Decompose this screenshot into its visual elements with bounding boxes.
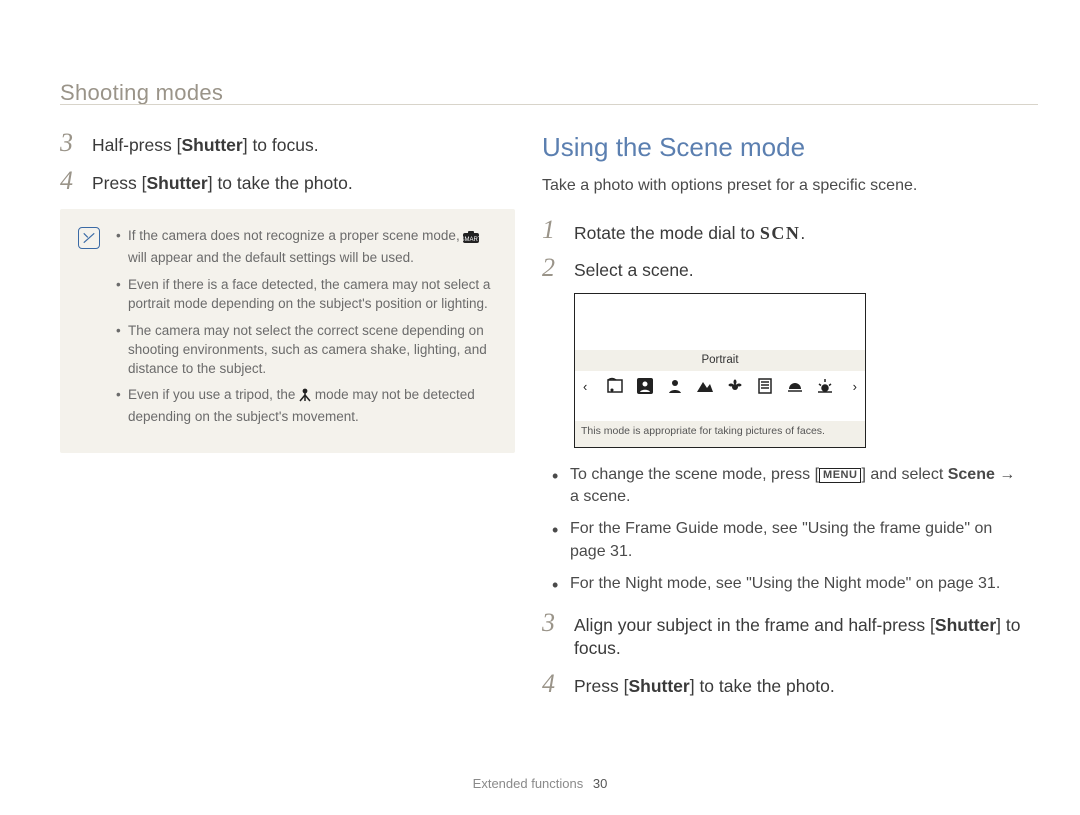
note-box: If the camera does not recognize a prope… bbox=[60, 209, 515, 453]
text-icon bbox=[756, 377, 774, 395]
sub-bullet: To change the scene mode, press [MENU] a… bbox=[552, 464, 1022, 509]
scene-bold: Scene bbox=[948, 466, 995, 483]
left-step-3: 3 Half-press [Shutter] to focus. bbox=[60, 130, 515, 158]
sub-bullets: To change the scene mode, press [MENU] a… bbox=[542, 464, 1022, 596]
left-column: 3 Half-press [Shutter] to focus. 4 Press… bbox=[60, 130, 515, 453]
step-text-before: Press [ bbox=[92, 173, 146, 193]
step-text: Rotate the mode dial to SCN. bbox=[574, 217, 805, 246]
page-footer: Extended functions 30 bbox=[0, 775, 1080, 793]
shutter-label: Shutter bbox=[146, 173, 207, 193]
right-step-3: 3 Align your subject in the frame and ha… bbox=[542, 610, 1022, 661]
right-column: Using the Scene mode Take a photo with o… bbox=[542, 130, 1022, 708]
footer-label: Extended functions bbox=[473, 776, 584, 791]
step-text-after: ] to take the photo. bbox=[690, 676, 835, 696]
step-text: Select a scene. bbox=[574, 255, 694, 283]
step-text-after: . bbox=[800, 223, 805, 243]
children-icon bbox=[666, 377, 684, 395]
lcd-left-arrow-icon: ‹ bbox=[581, 378, 589, 396]
step-text: Press [Shutter] to take the photo. bbox=[92, 168, 353, 196]
step-text: Press [Shutter] to take the photo. bbox=[574, 671, 835, 699]
lcd-icon-row: ‹ › bbox=[575, 371, 865, 401]
note-bullet: The camera may not select the correct sc… bbox=[116, 322, 495, 379]
step-text-after: ] to focus. bbox=[243, 135, 319, 155]
step-text-before: Half-press [ bbox=[92, 135, 181, 155]
section-intro: Take a photo with options preset for a s… bbox=[542, 175, 1022, 197]
sub-bullet: For the Night mode, see "Using the Night… bbox=[552, 573, 1022, 595]
smart-icon: SMART bbox=[463, 230, 479, 249]
menu-button-label: MENU bbox=[819, 468, 861, 483]
svg-text:SMART: SMART bbox=[463, 237, 479, 243]
sub-bullet: For the Frame Guide mode, see "Using the… bbox=[552, 518, 1022, 563]
shutter-label: Shutter bbox=[935, 615, 996, 635]
dawn-icon bbox=[816, 377, 834, 395]
step-text: Align your subject in the frame and half… bbox=[574, 610, 1022, 661]
step-text-before: Align your subject in the frame and half… bbox=[574, 615, 935, 635]
portrait-icon bbox=[636, 377, 654, 395]
step-text-before: Press [ bbox=[574, 676, 628, 696]
bullet-text: ] and select bbox=[861, 466, 947, 483]
bullet-text: To change the scene mode, press [ bbox=[570, 466, 819, 483]
lcd-icons bbox=[606, 377, 834, 395]
step-number: 4 bbox=[542, 671, 560, 697]
step-number: 3 bbox=[542, 610, 560, 636]
section-title: Using the Scene mode bbox=[542, 130, 1022, 165]
step-number: 1 bbox=[542, 217, 560, 243]
note-text: Even if you use a tripod, the bbox=[128, 387, 299, 402]
right-step-1: 1 Rotate the mode dial to SCN. bbox=[542, 217, 1022, 246]
lcd-blank-mid bbox=[575, 401, 865, 421]
note-text: will appear and the default settings wil… bbox=[128, 250, 414, 265]
scn-label: SCN bbox=[760, 223, 801, 243]
bullet-text: For the Frame Guide mode, see "Using the… bbox=[570, 520, 992, 559]
step-number: 3 bbox=[60, 130, 78, 156]
left-step-4: 4 Press [Shutter] to take the photo. bbox=[60, 168, 515, 196]
closeup-icon bbox=[726, 377, 744, 395]
note-text: If the camera does not recognize a prope… bbox=[128, 228, 463, 243]
step-text: Half-press [Shutter] to focus. bbox=[92, 130, 319, 158]
lcd-selected-label: Portrait bbox=[575, 350, 865, 372]
lcd-hint-text: This mode is appropriate for taking pict… bbox=[575, 421, 865, 446]
header-rule bbox=[60, 104, 1038, 105]
frame-guide-icon bbox=[606, 377, 624, 395]
landscape-icon bbox=[696, 377, 714, 395]
shutter-label: Shutter bbox=[181, 135, 242, 155]
step-text-before: Rotate the mode dial to bbox=[574, 223, 760, 243]
lcd-blank-top bbox=[575, 294, 865, 350]
step-number: 2 bbox=[542, 255, 560, 281]
right-step-4: 4 Press [Shutter] to take the photo. bbox=[542, 671, 1022, 699]
bullet-text: For the Night mode, see "Using the Night… bbox=[570, 575, 1000, 592]
lcd-preview: Portrait ‹ › This mode is appropriate fo… bbox=[574, 293, 866, 448]
step-text-after: ] to take the photo. bbox=[208, 173, 353, 193]
shutter-label: Shutter bbox=[628, 676, 689, 696]
page-number: 30 bbox=[593, 776, 607, 791]
note-bullet: Even if you use a tripod, the mode may n… bbox=[116, 386, 495, 427]
note-bullet: If the camera does not recognize a prope… bbox=[116, 227, 495, 268]
note-text: The camera may not select the correct sc… bbox=[128, 323, 487, 376]
step-number: 4 bbox=[60, 168, 78, 194]
lcd-right-arrow-icon: › bbox=[851, 378, 859, 396]
sunset-icon bbox=[786, 377, 804, 395]
note-bullet: Even if there is a face detected, the ca… bbox=[116, 276, 495, 314]
tripod-icon bbox=[299, 388, 311, 408]
note-text: Even if there is a face detected, the ca… bbox=[128, 277, 490, 311]
note-icon bbox=[78, 227, 100, 249]
right-step-2: 2 Select a scene. bbox=[542, 255, 1022, 283]
